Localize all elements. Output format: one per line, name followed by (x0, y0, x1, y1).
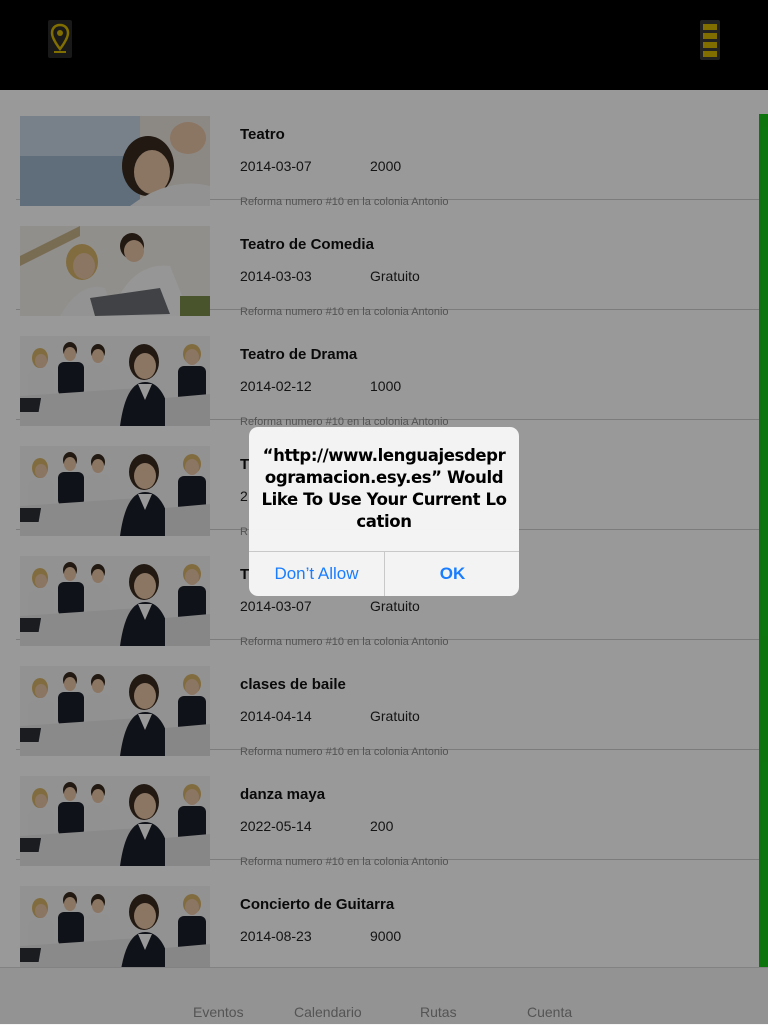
location-permission-alert: “http://www.lenguajesdeprogramacion.esy.… (249, 427, 519, 596)
alert-message: “http://www.lenguajesdeprogramacion.esy.… (261, 446, 507, 531)
dont-allow-button[interactable]: Don’t Allow (249, 552, 384, 596)
ok-button[interactable]: OK (385, 552, 519, 596)
